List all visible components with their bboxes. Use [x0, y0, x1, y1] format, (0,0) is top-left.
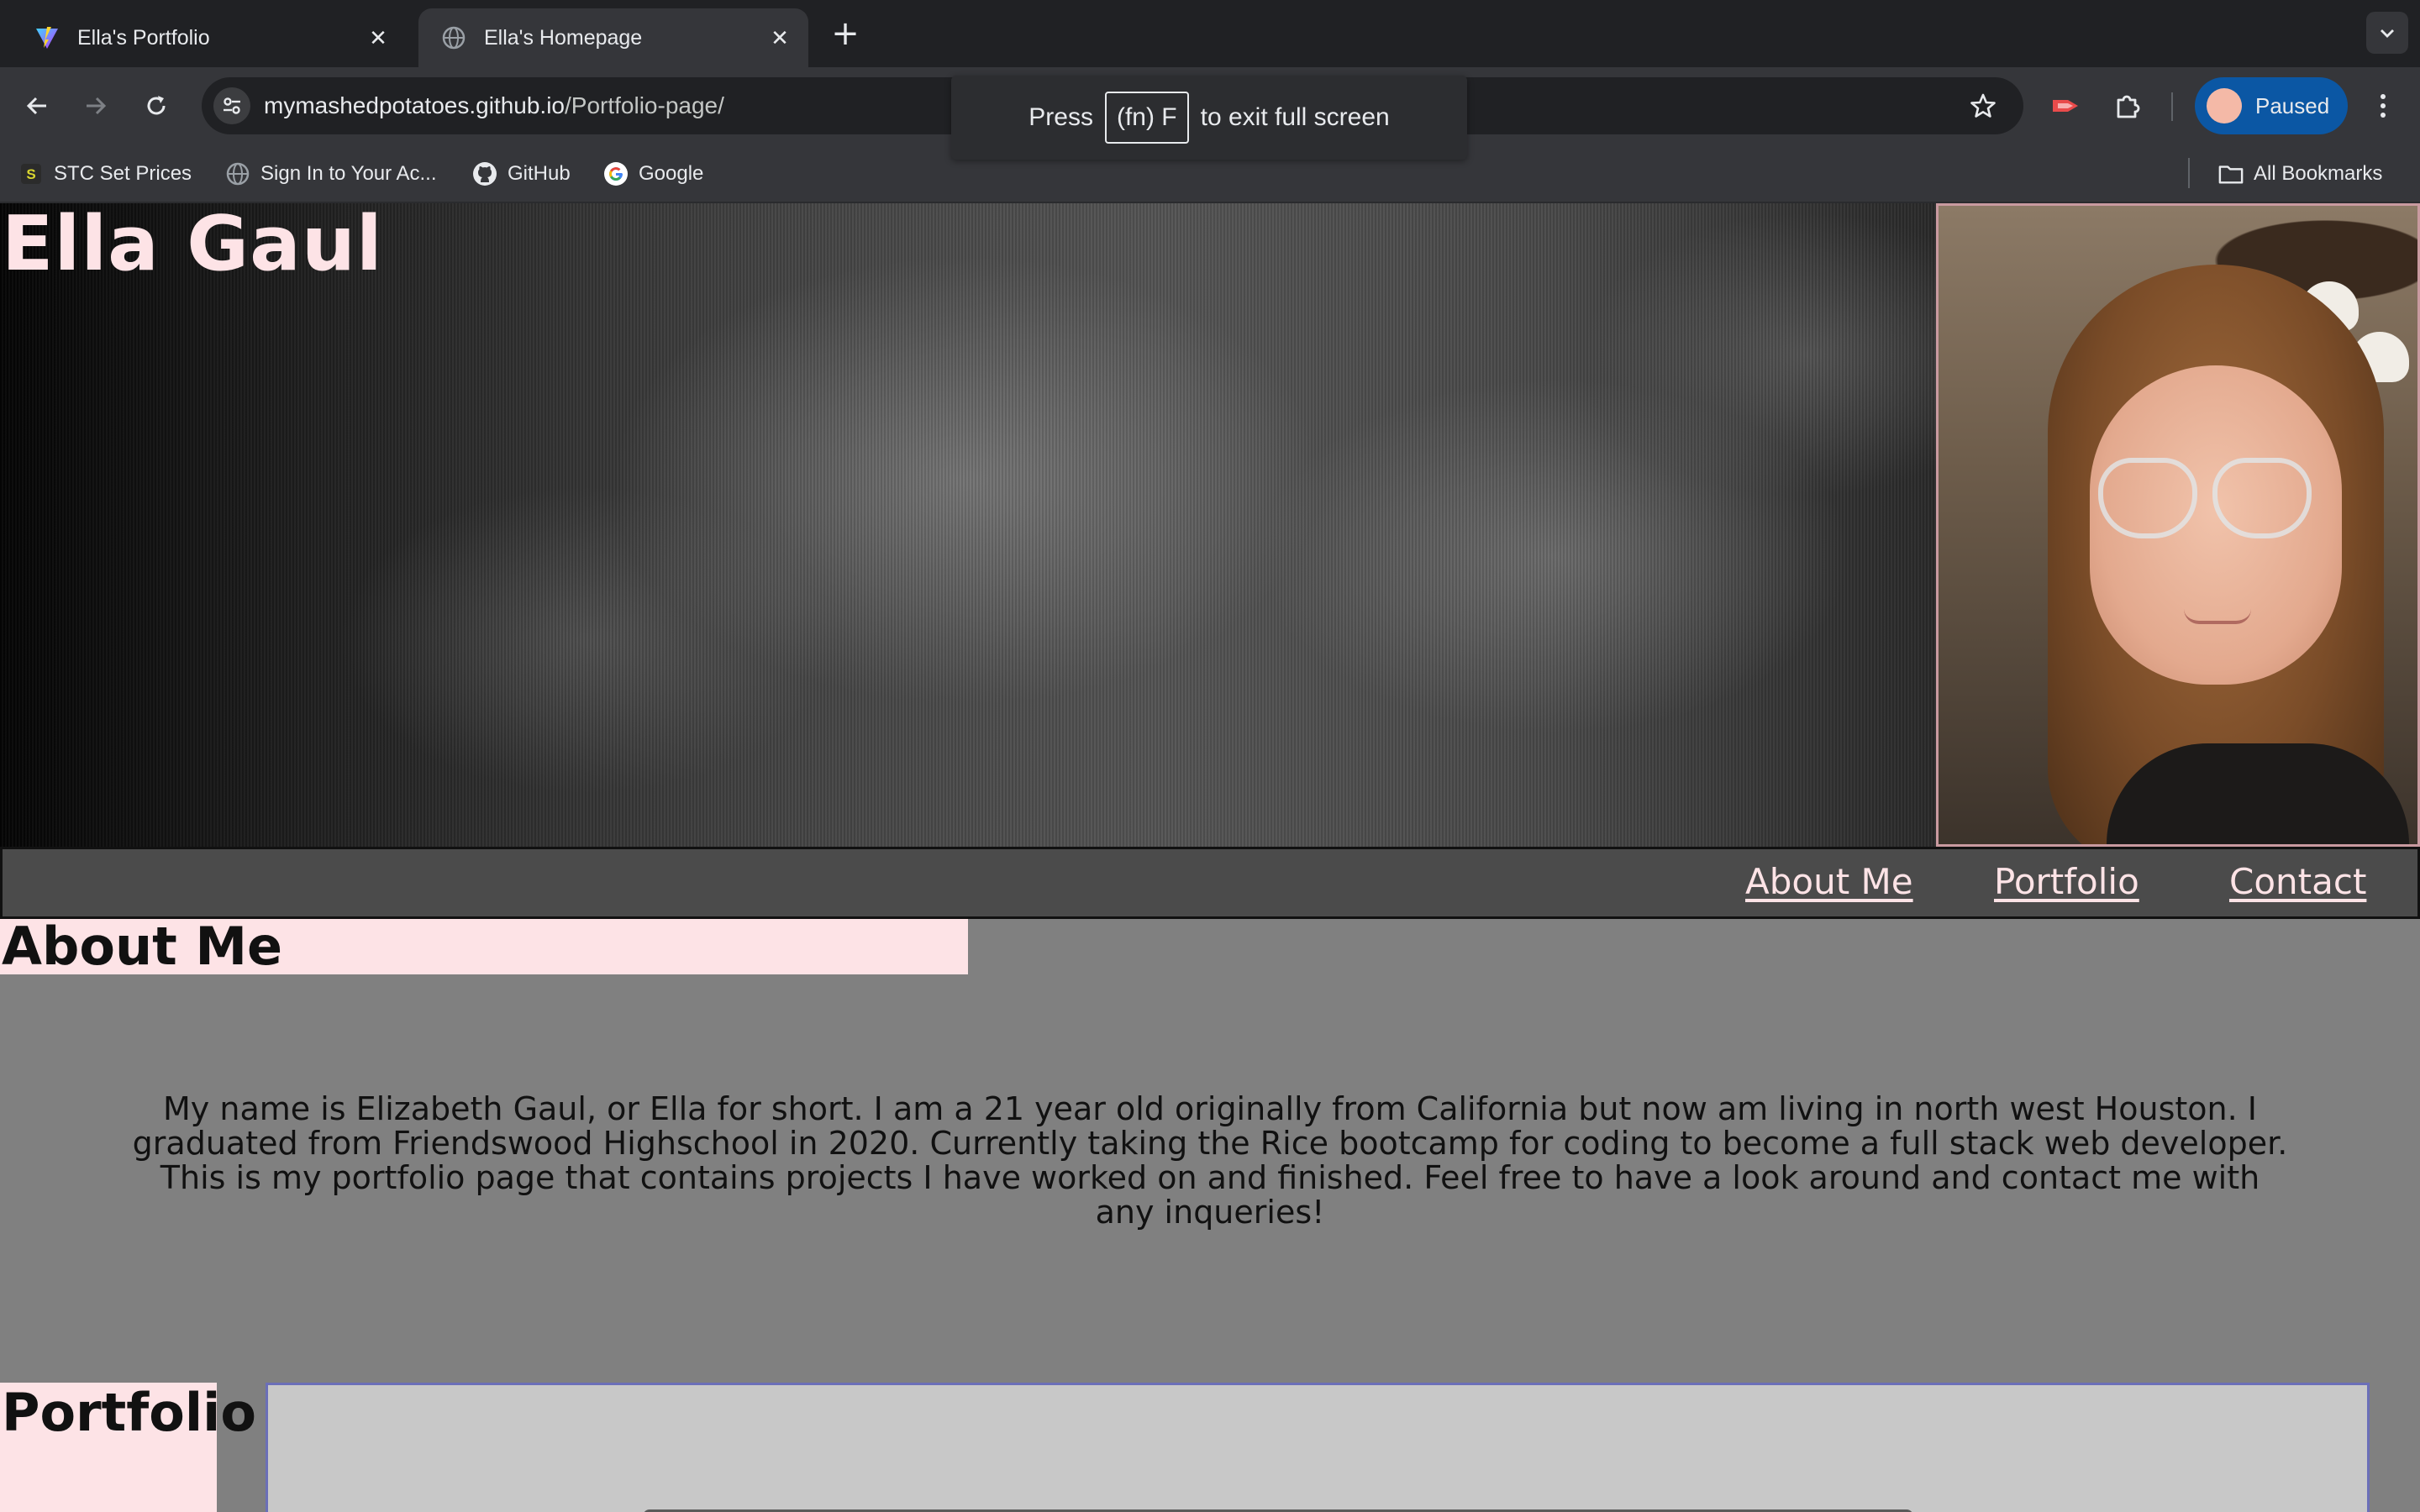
- back-button[interactable]: [18, 87, 55, 124]
- tab-ellas-homepage[interactable]: Ella's Homepage ✕: [418, 8, 808, 67]
- new-tab-button[interactable]: +: [827, 17, 864, 54]
- folder-icon: [2218, 161, 2244, 186]
- url-host: mymashedpotatoes.github.io: [264, 92, 565, 118]
- kebab-menu-icon: [2381, 94, 2386, 118]
- nav-link-about-me[interactable]: About Me: [1745, 861, 1913, 902]
- chevron-down-icon: [2381, 29, 2394, 38]
- s-badge-icon: S: [18, 161, 44, 186]
- bookmark-label: Google: [639, 162, 704, 185]
- about-paragraph: My name is Elizabeth Gaul, or Ella for s…: [132, 1090, 2288, 1231]
- close-tab-icon[interactable]: ✕: [763, 21, 797, 55]
- profile-button[interactable]: Paused: [2195, 77, 2348, 134]
- reload-icon: [147, 96, 166, 115]
- all-bookmarks-button[interactable]: All Bookmarks: [2218, 160, 2382, 188]
- vite-logo-icon: [34, 24, 60, 51]
- web-page: Ella Gaul About Me Portfolio Contact Abo…: [0, 203, 2420, 1512]
- back-arrow-icon: [26, 97, 46, 115]
- bookmark-stc-set-prices[interactable]: S STC Set Prices: [18, 160, 192, 188]
- tab-strip: Ella's Portfolio ✕ Ella's Homepage ✕ +: [0, 0, 2420, 67]
- tab-ellas-portfolio[interactable]: Ella's Portfolio ✕: [12, 8, 407, 67]
- bookmark-google[interactable]: Google: [603, 160, 703, 188]
- close-tab-icon[interactable]: ✕: [361, 21, 395, 55]
- glasses-lens-shape: [2212, 458, 2312, 538]
- fullscreen-exit-toast: Press (fn) F to exit full screen: [951, 76, 1467, 160]
- profile-photo: [1936, 203, 2420, 847]
- toolbar-divider: [2171, 92, 2173, 121]
- forward-button[interactable]: [77, 87, 114, 124]
- mouth-shape: [2184, 609, 2251, 624]
- site-settings-icon[interactable]: [213, 87, 250, 124]
- main-nav: About Me Portfolio Contact: [0, 847, 2420, 919]
- about-heading: About Me: [0, 919, 968, 974]
- globe-icon: [225, 161, 250, 186]
- url-path: /Portfolio-page/: [565, 92, 724, 118]
- url-text[interactable]: mymashedpotatoes.github.io/Portfolio-pag…: [264, 92, 724, 119]
- portfolio-container: [266, 1383, 2370, 1512]
- google-icon: [603, 161, 629, 186]
- bookmark-label: STC Set Prices: [54, 162, 192, 185]
- all-bookmarks-label: All Bookmarks: [2254, 162, 2383, 185]
- tab-search-button[interactable]: [2366, 12, 2408, 54]
- profile-status-label: Paused: [2255, 92, 2330, 118]
- portfolio-heading: Portfolio: [0, 1383, 256, 1512]
- extensions-puzzle-icon[interactable]: [2109, 87, 2146, 124]
- tab-title: Ella's Portfolio: [77, 25, 210, 50]
- nav-link-contact[interactable]: Contact: [2229, 861, 2366, 902]
- bookmark-github[interactable]: GitHub: [472, 160, 571, 188]
- header-banner: [0, 203, 1936, 847]
- avatar: [2207, 88, 2242, 123]
- forward-arrow-icon: [87, 97, 107, 115]
- svg-text:S: S: [26, 166, 35, 182]
- toast-suffix-text: to exit full screen: [1200, 103, 1390, 131]
- reload-button[interactable]: [138, 87, 175, 124]
- extension-red-icon[interactable]: [2047, 87, 2084, 124]
- toast-key: (fn) F: [1104, 92, 1189, 144]
- tab-title: Ella's Homepage: [484, 25, 643, 50]
- bookmark-label: GitHub: [508, 162, 571, 185]
- bookmark-label: Sign In to Your Ac...: [260, 162, 437, 185]
- bookmarks-divider: [2188, 158, 2190, 188]
- github-icon: [472, 161, 497, 186]
- nav-link-portfolio[interactable]: Portfolio: [1994, 861, 2139, 902]
- page-title: Ella Gaul: [2, 203, 383, 288]
- bookmark-sign-in[interactable]: Sign In to Your Ac...: [225, 160, 436, 188]
- bookmark-star-icon[interactable]: [1966, 89, 2000, 123]
- browser-menu-button[interactable]: [2365, 87, 2402, 124]
- toast-press-text: Press: [1028, 103, 1093, 131]
- globe-icon: [440, 24, 467, 51]
- glasses-lens-shape: [2098, 458, 2197, 538]
